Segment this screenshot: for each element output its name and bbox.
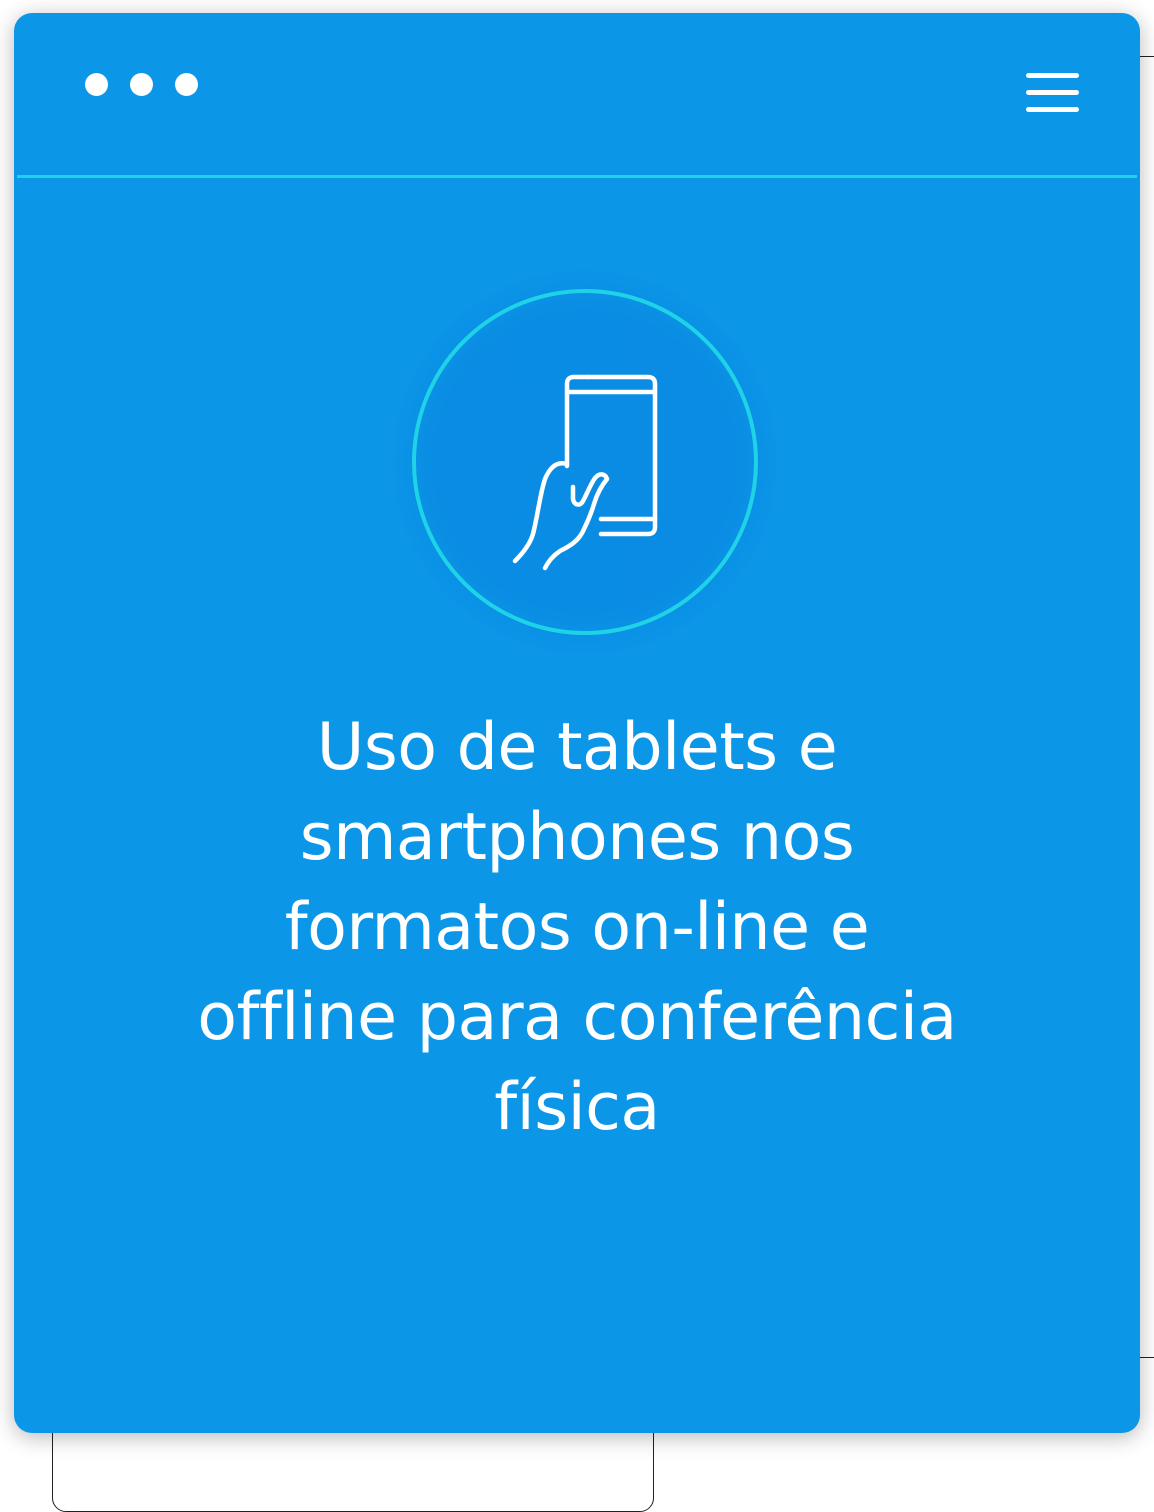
feature-card: Uso de tablets e smartphones nos formato… xyxy=(14,13,1140,1433)
dot-icon xyxy=(175,73,198,96)
window-dots xyxy=(85,73,198,96)
menu-bar xyxy=(1026,73,1079,78)
dot-icon xyxy=(85,73,108,96)
hamburger-menu-icon[interactable] xyxy=(1022,69,1082,119)
feature-icon-badge xyxy=(392,269,778,655)
feature-title: Uso de tablets e smartphones nos formato… xyxy=(197,710,957,1145)
dot-icon xyxy=(130,73,153,96)
menu-bar xyxy=(1026,107,1079,112)
menu-bar xyxy=(1026,90,1079,95)
card-header xyxy=(14,13,1140,177)
hand-holding-smartphone-icon xyxy=(512,374,658,571)
header-divider xyxy=(17,175,1137,178)
